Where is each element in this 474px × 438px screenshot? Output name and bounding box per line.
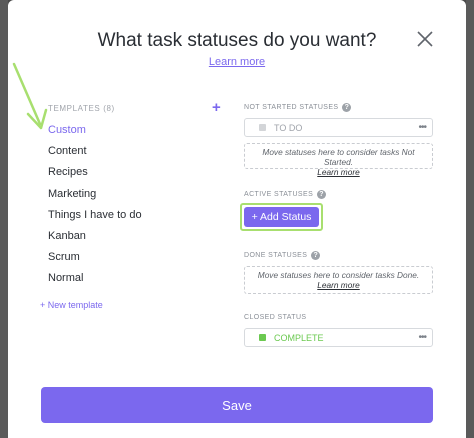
statuses-modal: What task statuses do you want? Learn mo… (8, 0, 466, 438)
not-started-heading: NOT STARTED STATUSES ? (244, 103, 352, 112)
template-item-marketing[interactable]: Marketing (48, 184, 142, 205)
done-dropzone[interactable]: Move statuses here to consider tasks Don… (244, 266, 433, 294)
not-started-dropzone[interactable]: Move statuses here to consider tasks Not… (244, 143, 433, 177)
status-complete-label: COMPLETE (274, 332, 324, 343)
status-todo-label: TO DO (274, 122, 303, 133)
template-item-recipes[interactable]: Recipes (48, 162, 142, 183)
done-heading-text: DONE STATUSES (244, 252, 308, 259)
dropzone-hint: Move statuses here to consider tasks Not… (262, 147, 415, 167)
backdrop-right (466, 0, 474, 438)
closed-heading-text: CLOSED STATUS (244, 314, 307, 321)
backdrop-left (0, 0, 8, 438)
template-item-custom[interactable]: Custom (48, 120, 142, 141)
plus-icon[interactable]: + (212, 99, 221, 116)
learn-more-link[interactable]: Learn more (209, 56, 265, 68)
save-button[interactable]: Save (41, 387, 433, 423)
closed-heading: CLOSED STATUS (244, 314, 307, 321)
add-status-button[interactable]: + Add Status (244, 207, 319, 227)
templates-list: Custom Content Recipes Marketing Things … (48, 120, 142, 290)
template-item-kanban[interactable]: Kanban (48, 226, 142, 247)
dropzone-hint-text: Move statuses here to consider tasks Don… (257, 270, 420, 280)
template-item-scrum[interactable]: Scrum (48, 247, 142, 268)
done-heading: DONE STATUSES ? (244, 251, 321, 260)
help-icon[interactable]: ? (317, 190, 327, 199)
active-heading: ACTIVE STATUSES ? (244, 190, 327, 199)
status-todo[interactable]: TO DO ••• (244, 118, 433, 137)
active-heading-text: ACTIVE STATUSES (244, 191, 314, 198)
dropzone-hint: Move statuses here to consider tasks Don… (247, 270, 430, 290)
add-status-highlight: + Add Status (240, 203, 323, 231)
template-item-normal[interactable]: Normal (48, 268, 142, 289)
status-complete[interactable]: COMPLETE ••• (244, 328, 433, 347)
ellipsis-icon[interactable]: ••• (418, 122, 426, 133)
close-icon[interactable] (414, 28, 436, 50)
help-icon[interactable]: ? (311, 251, 321, 260)
templates-heading: TEMPLATES (8) (48, 104, 115, 113)
status-color-swatch (259, 334, 266, 341)
template-item-content[interactable]: Content (48, 141, 142, 162)
template-item-things-to-do[interactable]: Things I have to do (48, 205, 142, 226)
help-icon[interactable]: ? (342, 103, 352, 112)
dropzone-learn-more[interactable]: Learn more (247, 167, 430, 177)
new-template-link[interactable]: + New template (40, 300, 103, 310)
not-started-heading-text: NOT STARTED STATUSES (244, 104, 339, 111)
dropzone-learn-more[interactable]: Learn more (317, 280, 359, 290)
ellipsis-icon[interactable]: ••• (418, 332, 426, 343)
status-color-swatch (259, 124, 266, 131)
